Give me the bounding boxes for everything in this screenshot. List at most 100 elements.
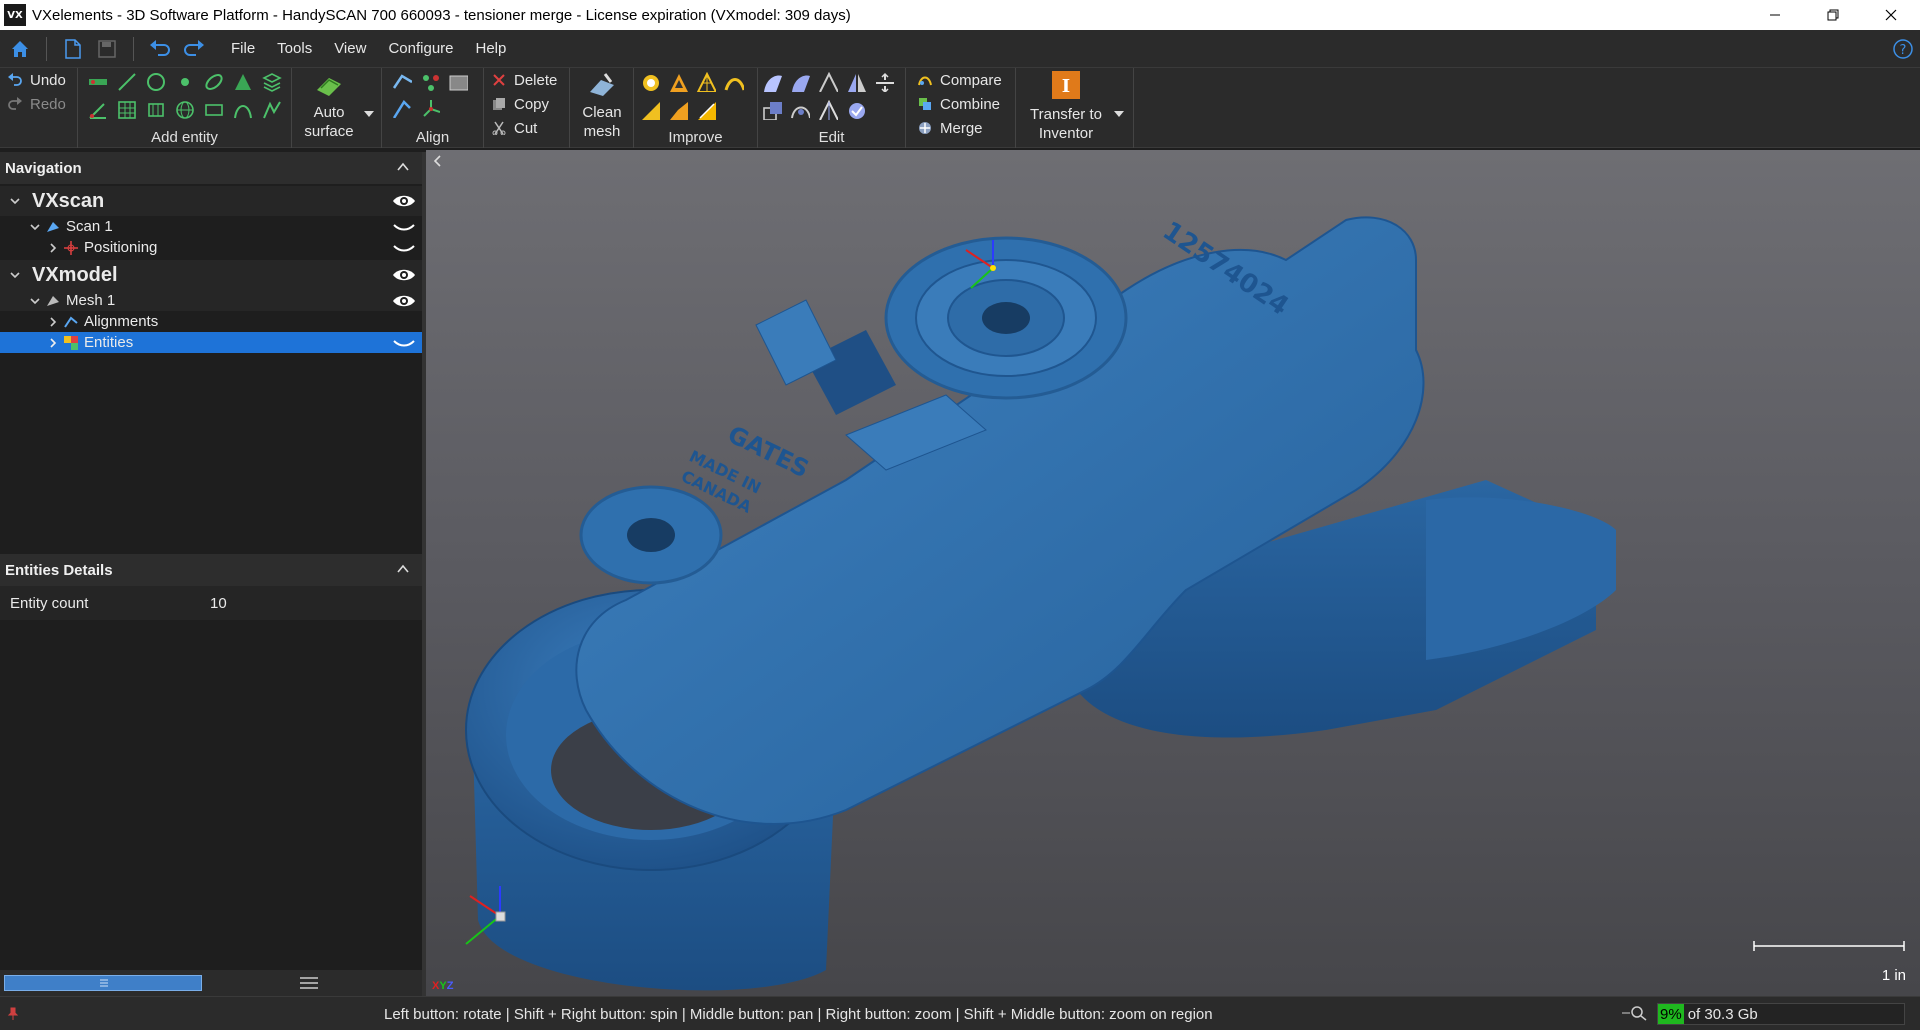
boundary-icon[interactable] [696,100,716,120]
tree-node-vxmodel[interactable]: VXmodel [0,260,422,290]
new-file-icon[interactable] [61,37,85,61]
tree-node-alignments[interactable]: Alignments [0,311,422,332]
eye-icon[interactable] [392,193,416,209]
undo-button[interactable]: Undo [6,71,66,89]
restore-icon[interactable] [1804,0,1862,30]
align-mesh-icon[interactable] [448,72,468,92]
menu-view[interactable]: View [323,40,377,57]
eye-icon[interactable] [392,267,416,283]
menu-help[interactable]: Help [465,40,518,57]
align-best-fit-icon[interactable] [392,72,412,92]
chevron-down-icon[interactable] [8,194,22,208]
chevron-right-icon[interactable] [46,336,60,350]
redo-arrow-icon[interactable] [182,37,206,61]
menu-file[interactable]: File [220,40,266,57]
ellipse-icon[interactable] [204,72,224,92]
memory-bar: 9% of 30.3 Gb [1657,1003,1905,1025]
polyline-icon[interactable] [262,100,282,120]
point-icon[interactable] [175,72,195,92]
close-icon[interactable] [1862,0,1920,30]
help-icon[interactable]: ? [1892,38,1914,60]
chevron-right-icon[interactable] [46,241,60,255]
visibility-toggle-icon[interactable] [392,219,416,235]
subdivide-icon[interactable] [696,72,716,92]
cut-curve-icon[interactable] [818,72,838,92]
check-icon[interactable] [846,100,866,120]
axis-labels: XYZ [432,980,454,992]
delete-button[interactable]: Delete [490,71,557,89]
scale-icon[interactable] [762,100,782,120]
pin-icon[interactable] [6,1007,20,1021]
tree-node-scan-1[interactable]: Scan 1 [0,216,422,237]
transfer-dropdown-icon[interactable] [1114,104,1124,122]
decimate-icon[interactable] [668,72,688,92]
visibility-toggle-icon[interactable] [392,240,416,256]
copy-button[interactable]: Copy [490,95,549,113]
remove-spikes-icon[interactable] [640,100,660,120]
collapse-caret-icon[interactable] [396,562,410,576]
align-origin-icon[interactable] [420,98,440,118]
compare-group: Compare Combine Merge [906,68,1016,148]
combine-button[interactable]: Combine [916,95,1000,113]
align-tool-icon[interactable] [392,98,412,118]
auto-surface-dropdown-icon[interactable] [364,104,374,122]
compare-button[interactable]: Compare [916,71,1002,89]
save-icon[interactable] [95,37,119,61]
rectangle-icon[interactable] [204,100,224,120]
curve-icon[interactable] [233,100,253,120]
cut-plane-icon[interactable] [762,72,782,92]
collapse-caret-icon[interactable] [396,160,410,174]
chevron-down-icon[interactable] [28,220,42,234]
cut-button[interactable]: Cut [490,119,537,137]
chevron-down-icon[interactable] [8,268,22,282]
layers-icon[interactable] [262,72,282,92]
cylinder-icon[interactable] [146,100,166,120]
tree-node-positioning[interactable]: Positioning [0,237,422,258]
redo-icon [6,95,24,113]
cone-icon[interactable] [233,72,253,92]
merge-button[interactable]: Merge [916,119,983,137]
extend-icon[interactable] [874,72,894,92]
tree-node-mesh-1[interactable]: Mesh 1 [0,290,422,311]
divider [46,36,47,61]
scanned-tensioner-mesh[interactable]: 12574024 GATES MADE IN CANADA [426,150,1920,996]
scale-label: 1 in [1881,967,1906,984]
align-entities-icon[interactable] [420,72,440,92]
split-icon[interactable] [818,100,838,120]
circle-icon[interactable] [146,72,166,92]
panel-scrollbar[interactable] [4,975,202,991]
clean-mesh-button[interactable]: Clean mesh [574,70,630,141]
chevron-right-icon[interactable] [46,315,60,329]
smooth-icon[interactable] [640,72,660,92]
mesh-icon [47,295,59,306]
tree-node-vxscan[interactable]: VXscan [0,186,422,216]
chevron-down-icon[interactable] [28,294,42,308]
line-icon[interactable] [117,72,137,92]
list-menu-icon[interactable] [300,976,318,990]
transfer-to-inventor-button[interactable]: I Transfer to Inventor [1018,70,1114,143]
menu-tools[interactable]: Tools [266,40,323,57]
auto-surface-button[interactable]: Auto surface [304,70,354,141]
add-entity-group: Add entity [78,68,292,148]
home-icon[interactable] [8,37,32,61]
redo-button[interactable]: Redo [6,95,66,113]
optimize-icon[interactable] [668,100,688,120]
3d-viewport[interactable]: 12574024 GATES MADE IN CANADA XYZ 1 in [426,150,1920,996]
angle-icon[interactable] [88,100,108,120]
clipboard-group: Delete Copy Cut [484,68,570,148]
grid-plane-icon[interactable] [117,100,137,120]
divider [133,36,134,61]
eye-icon[interactable] [392,293,416,309]
tree-node-entities[interactable]: Entities [0,332,422,353]
minimize-icon[interactable] [1746,0,1804,30]
undo-arrow-icon[interactable] [148,37,172,61]
offset-icon[interactable] [790,100,810,120]
plane-point-icon[interactable] [88,72,108,92]
menu-configure[interactable]: Configure [377,40,464,57]
cut-surface-icon[interactable] [790,72,810,92]
fill-holes-icon[interactable] [724,72,744,92]
sphere-icon[interactable] [175,100,195,120]
detail-value: 10 [210,594,227,612]
mirror-icon[interactable] [846,72,866,92]
visibility-toggle-icon[interactable] [392,335,416,351]
